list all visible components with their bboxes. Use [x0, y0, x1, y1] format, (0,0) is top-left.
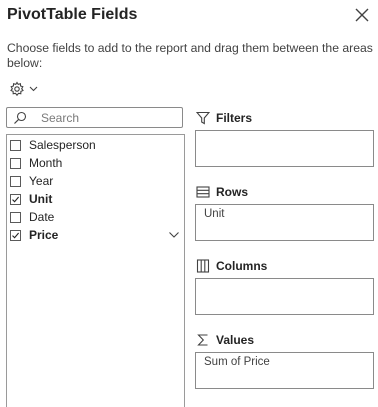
area-title-rows: Rows: [196, 184, 248, 200]
search-icon: [14, 111, 27, 124]
checkbox[interactable]: [10, 139, 21, 151]
area-title-values: Values: [196, 332, 254, 348]
area-label: Filters: [216, 111, 253, 125]
field-label: Month: [29, 156, 63, 170]
area-item-unit[interactable]: Unit: [204, 208, 224, 220]
search-box[interactable]: [6, 107, 183, 128]
field-label: Date: [29, 210, 55, 224]
rows-drop-zone[interactable]: Unit: [195, 204, 374, 241]
area-label: Columns: [216, 259, 268, 273]
columns-drop-zone[interactable]: [195, 278, 374, 315]
field-label: Unit: [29, 192, 53, 206]
area-title-filters: Filters: [196, 110, 252, 126]
columns-icon: [196, 259, 210, 273]
area-label: Rows: [216, 185, 249, 199]
field-item-price[interactable]: Price: [10, 226, 182, 244]
filters-drop-zone[interactable]: [195, 130, 374, 167]
close-button[interactable]: [353, 6, 371, 24]
checkbox-checked[interactable]: [10, 229, 21, 241]
field-item-date[interactable]: Date: [10, 208, 182, 226]
rows-icon: [196, 186, 210, 198]
checkmark-icon: [12, 196, 20, 203]
tools-settings-button[interactable]: [9, 80, 43, 98]
field-label: Price: [29, 228, 59, 242]
checkbox[interactable]: [10, 157, 21, 169]
chevron-down-icon: [29, 86, 38, 92]
field-label: Year: [29, 174, 54, 188]
values-drop-zone[interactable]: Sum of Price: [195, 352, 374, 389]
panel-title: PivotTable Fields: [7, 6, 138, 23]
area-title-columns: Columns: [196, 258, 267, 274]
area-item-sum-of-price[interactable]: Sum of Price: [204, 356, 270, 368]
checkmark-icon: [12, 232, 20, 239]
gear-icon: [10, 81, 24, 97]
field-list[interactable]: Salesperson Month Year Unit Date Price: [6, 134, 185, 407]
checkbox-checked[interactable]: [10, 193, 21, 205]
search-input[interactable]: [41, 110, 171, 125]
checkbox[interactable]: [10, 175, 21, 187]
checkbox[interactable]: [10, 211, 21, 223]
field-item-unit[interactable]: Unit: [10, 190, 182, 208]
filter-icon: [196, 111, 210, 125]
area-label: Values: [216, 333, 255, 347]
panel-description: Choose fields to add to the report and d…: [7, 41, 373, 70]
field-item-month[interactable]: Month: [10, 154, 182, 172]
field-item-year[interactable]: Year: [10, 172, 182, 190]
chevron-down-icon[interactable]: [168, 230, 180, 240]
field-item-salesperson[interactable]: Salesperson: [10, 136, 182, 154]
sigma-icon: [197, 334, 208, 346]
field-label: Salesperson: [29, 138, 96, 152]
close-icon: [355, 8, 369, 22]
